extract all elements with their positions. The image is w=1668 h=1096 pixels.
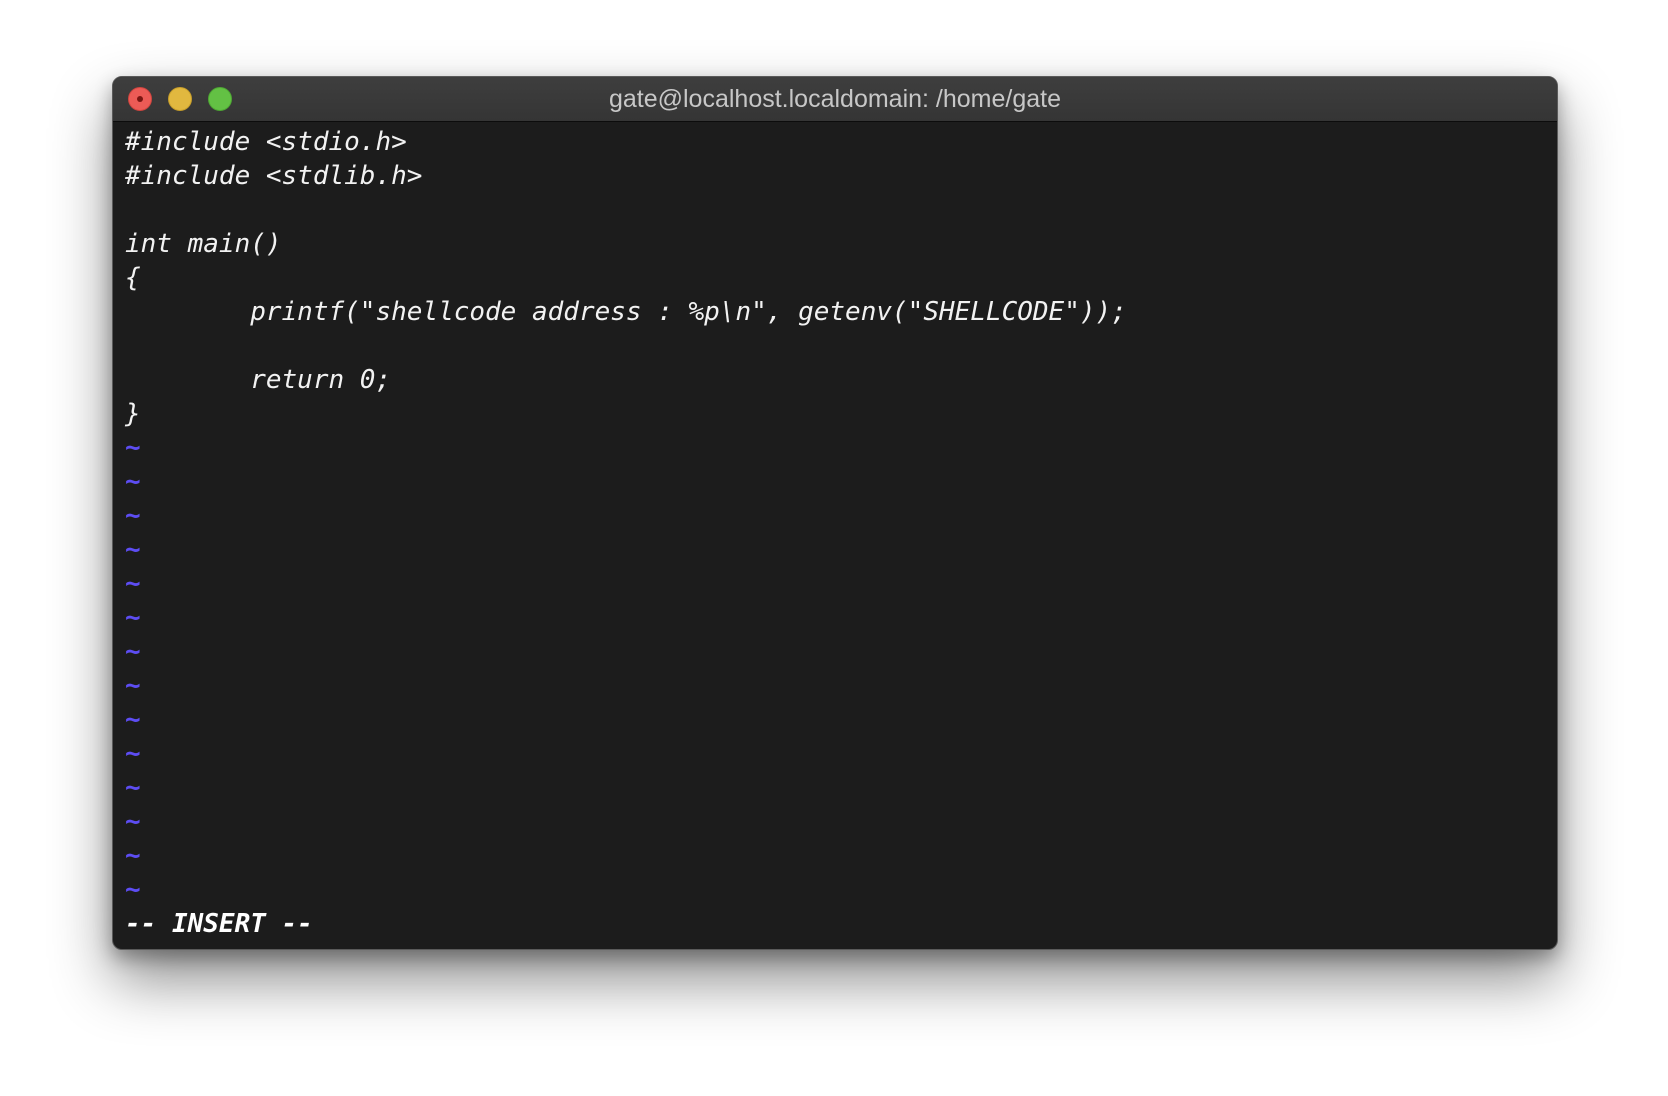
code-line[interactable]: printf("shellcode address : %p\n", geten… — [125, 295, 1545, 329]
empty-line-tilde: ~ — [125, 501, 141, 531]
empty-line-tilde: ~ — [125, 569, 141, 599]
title-bar[interactable]: gate@localhost.localdomain: /home/gate — [113, 77, 1557, 122]
empty-line-tilde: ~ — [125, 671, 141, 701]
mode-indicator: -- INSERT -- — [125, 909, 313, 939]
empty-line-tilde: ~ — [125, 705, 141, 735]
empty-line-tilde: ~ — [125, 807, 141, 837]
terminal-window: gate@localhost.localdomain: /home/gate #… — [112, 76, 1558, 950]
empty-line-tilde: ~ — [125, 467, 141, 497]
window-title: gate@localhost.localdomain: /home/gate — [608, 85, 1062, 113]
code-line[interactable]: { — [125, 261, 1545, 295]
empty-line-tilde: ~ — [125, 535, 141, 565]
empty-line-tilde: ~ — [125, 841, 141, 871]
code-line[interactable]: int main() — [125, 227, 1545, 261]
code-line[interactable]: } — [125, 397, 1545, 431]
code-line[interactable]: #include <stdlib.h> — [125, 159, 1545, 193]
empty-line-tilde: ~ — [125, 637, 141, 667]
empty-line-tilde: ~ — [125, 773, 141, 803]
code-line[interactable]: return 0; — [125, 363, 1545, 397]
code-line[interactable] — [125, 193, 1545, 227]
empty-line-tilde: ~ — [125, 739, 141, 769]
empty-line-tilde: ~ — [125, 433, 141, 463]
vim-editor[interactable]: #include <stdio.h> #include <stdlib.h> i… — [125, 125, 1545, 949]
empty-line-tilde: ~ — [125, 603, 141, 633]
code-line[interactable]: #include <stdio.h> — [125, 125, 1545, 159]
code-line[interactable] — [125, 329, 1545, 363]
empty-line-tilde: ~ — [125, 875, 141, 905]
